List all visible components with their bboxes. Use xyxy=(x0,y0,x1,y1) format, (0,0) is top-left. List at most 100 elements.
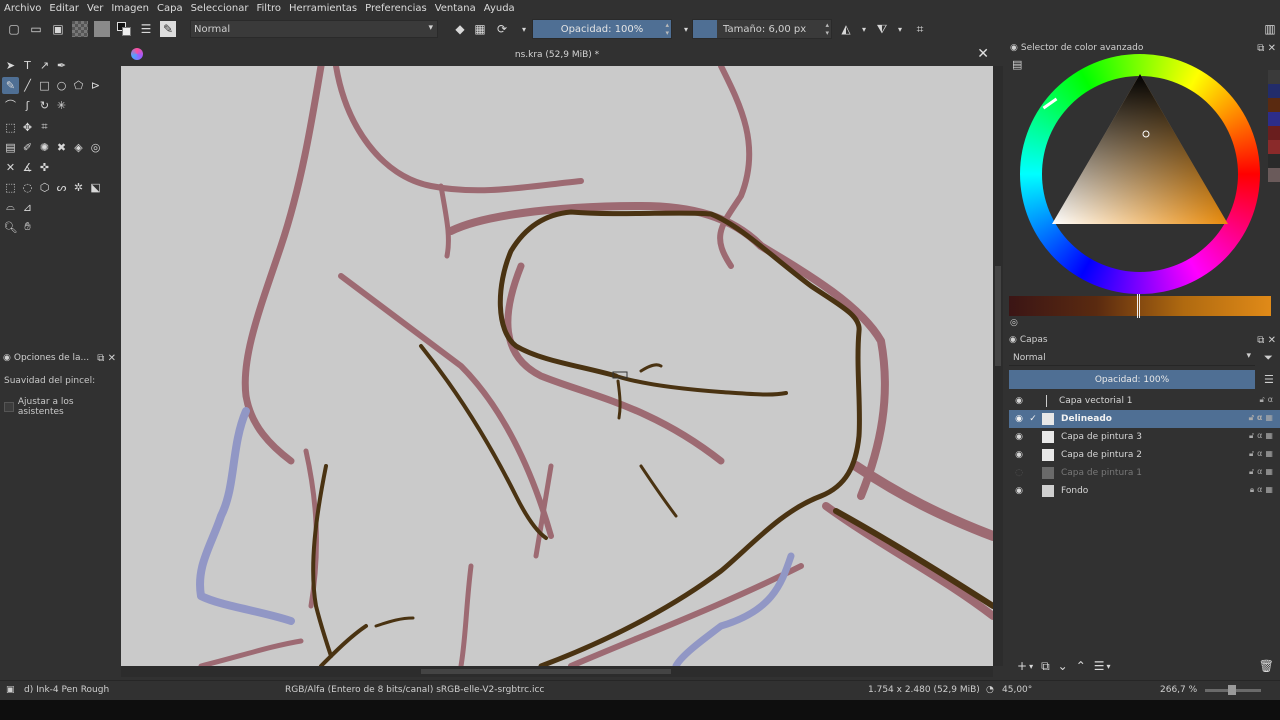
transform-tool-icon[interactable]: ⬚ xyxy=(2,119,19,136)
mirror-vertical-icon[interactable]: ⧨ xyxy=(874,21,890,37)
colorize-mask-icon[interactable]: ✖ xyxy=(53,139,70,156)
menu-herramientas[interactable]: Herramientas xyxy=(289,3,357,14)
float-docker-icon[interactable]: ⧉ ✕ xyxy=(97,353,116,364)
fg-bg-color-icon[interactable] xyxy=(116,21,132,37)
freehand-select-icon[interactable]: ᔕ xyxy=(53,179,70,196)
bezier-select-icon[interactable]: ⌓ xyxy=(2,199,19,216)
wrap-around-icon[interactable]: ⌗ xyxy=(912,21,928,37)
enclose-fill-icon[interactable]: ◎ xyxy=(87,139,104,156)
color-picker-icon[interactable]: ✐ xyxy=(19,139,36,156)
visibility-eye-icon[interactable]: ◉ xyxy=(1012,486,1026,496)
assistant-tool-icon[interactable]: ✕ xyxy=(2,159,19,176)
layer-lock-alpha-icon[interactable]: 🔓︎α▦ xyxy=(1249,467,1276,477)
chevron-down-icon[interactable]: ▾ xyxy=(516,21,532,37)
rotation-icon[interactable]: ◔ xyxy=(986,685,994,695)
workspace-icon[interactable]: ▥ xyxy=(1262,21,1278,37)
menu-ventana[interactable]: Ventana xyxy=(435,3,476,14)
layer-row[interactable]: ◉ Capa vectorial 1 🔓︎α xyxy=(1009,392,1280,410)
layer-properties-icon[interactable]: ☰ xyxy=(1094,659,1105,673)
text-tool-icon[interactable]: T xyxy=(19,57,36,74)
vertical-scrollbar[interactable] xyxy=(993,66,1003,666)
layer-lock-alpha-icon[interactable]: 🔓︎α▦ xyxy=(1249,431,1276,441)
ellipse-select-icon[interactable]: ◌ xyxy=(19,179,36,196)
brush-preset-icon[interactable]: ✎ xyxy=(160,21,176,37)
layers-menu-icon[interactable]: ☰ xyxy=(1264,373,1274,386)
move-layer-down-icon[interactable]: ⌄ xyxy=(1058,659,1068,673)
menu-capa[interactable]: Capa xyxy=(157,3,183,14)
similar-select-icon[interactable]: ⬕ xyxy=(87,179,104,196)
layer-blend-mode-select[interactable]: Normal ▾ xyxy=(1009,350,1255,366)
menu-imagen[interactable]: Imagen xyxy=(111,3,149,14)
sv-triangle[interactable] xyxy=(1052,74,1228,234)
layer-row[interactable]: ◉ Capa de pintura 2 🔓︎α▦ xyxy=(1009,446,1280,464)
pan-tool-icon[interactable]: ✋︎ xyxy=(19,219,36,236)
bezier-tool-icon[interactable]: ⌒ xyxy=(2,97,19,114)
edit-shape-icon[interactable]: ↗ xyxy=(36,57,53,74)
chevron-down-icon[interactable]: ▾ xyxy=(1029,662,1033,671)
visibility-eye-icon[interactable]: ◉ xyxy=(1012,396,1026,406)
docker-menu-icon[interactable]: ◉ xyxy=(1009,335,1017,345)
layer-row[interactable]: ◉ Fondo 🔒︎α▦ xyxy=(1009,482,1280,500)
menu-filtro[interactable]: Filtro xyxy=(256,3,281,14)
snap-assistants-option[interactable]: Ajustar a los asistentes xyxy=(0,397,120,417)
brush-settings-icon[interactable]: ☰ xyxy=(138,21,154,37)
rectangle-tool-icon[interactable]: □ xyxy=(36,77,53,94)
gradient-tool-icon[interactable]: ▤ xyxy=(2,139,19,156)
delete-layer-icon[interactable]: 🗑︎ xyxy=(1259,659,1274,673)
scroll-thumb[interactable] xyxy=(421,669,671,674)
brush-preset-icon[interactable]: ▣ xyxy=(6,685,15,695)
color-history-strip[interactable] xyxy=(1009,294,1271,318)
menu-editar[interactable]: Editar xyxy=(49,3,79,14)
smart-patch-icon[interactable]: ✺ xyxy=(36,139,53,156)
docker-menu-icon[interactable]: ◉ xyxy=(1010,43,1018,53)
layer-row[interactable]: ◉ ✓ Delineado 🔓︎α▦ xyxy=(1009,410,1280,428)
freehand-brush-icon[interactable]: ✎ xyxy=(2,76,19,94)
menu-archivo[interactable]: Archivo xyxy=(4,3,41,14)
opacity-slider[interactable]: Opacidad: 100% ▴ ▾ xyxy=(532,19,672,39)
zoom-slider-handle[interactable] xyxy=(1228,685,1236,695)
layer-lock-alpha-icon[interactable]: 🔓︎α xyxy=(1260,395,1276,405)
spin-arrows-icon[interactable]: ▴ ▾ xyxy=(825,21,829,37)
measure-tool-icon[interactable]: ∡ xyxy=(19,159,36,176)
reload-preset-icon[interactable]: ⟳ xyxy=(494,21,510,37)
save-icon[interactable]: ▣ xyxy=(50,21,66,37)
fill-tool-icon[interactable]: ◈ xyxy=(70,139,87,156)
reference-tool-icon[interactable]: ✜ xyxy=(36,159,53,176)
menu-ayuda[interactable]: Ayuda xyxy=(484,3,515,14)
float-docker-icon[interactable]: ⧉ ✕ xyxy=(1257,335,1276,346)
polygon-tool-icon[interactable]: ⬠ xyxy=(70,77,87,94)
color-reset-icon[interactable]: ◎ xyxy=(1010,318,1018,328)
spin-arrows-icon[interactable]: ▴ ▾ xyxy=(665,21,669,37)
assistants-checkbox[interactable] xyxy=(4,402,14,412)
open-document-icon[interactable]: ▭ xyxy=(28,21,44,37)
layer-opacity-slider[interactable]: Opacidad: 100% xyxy=(1009,370,1255,389)
menu-ver[interactable]: Ver xyxy=(87,3,103,14)
document-tab[interactable]: ns.kra (52,9 MiB) * ✕ xyxy=(121,44,993,66)
color-swatches[interactable] xyxy=(1268,56,1280,196)
hue-ring[interactable] xyxy=(1020,54,1260,294)
crop-tool-icon[interactable]: ⌗ xyxy=(36,119,53,136)
magnetic-select-icon[interactable]: ⊿ xyxy=(19,199,36,216)
layer-row[interactable]: ◌ Capa de pintura 1 🔓︎α▦ xyxy=(1009,464,1280,482)
preserve-alpha-icon[interactable]: ▦ xyxy=(472,21,488,37)
zoom-tool-icon[interactable]: 🔍︎ xyxy=(2,219,19,236)
polygon-select-icon[interactable]: ⬡ xyxy=(36,179,53,196)
docker-menu-icon[interactable]: ◉ xyxy=(3,353,11,363)
float-docker-icon[interactable]: ⧉ ✕ xyxy=(1257,43,1276,54)
chevron-down-icon[interactable]: ▾ xyxy=(892,21,908,37)
calligraphy-icon[interactable]: ✒ xyxy=(53,57,70,74)
layer-lock-alpha-icon[interactable]: 🔓︎α▦ xyxy=(1249,413,1276,423)
menu-seleccionar[interactable]: Seleccionar xyxy=(191,3,249,14)
scroll-thumb[interactable] xyxy=(995,266,1001,366)
dynamic-brush-icon[interactable]: ↻ xyxy=(36,97,53,114)
layer-row[interactable]: ◉ Capa de pintura 3 🔓︎α▦ xyxy=(1009,428,1280,446)
line-tool-icon[interactable]: ╱ xyxy=(19,77,36,94)
chevron-down-icon[interactable]: ▾ xyxy=(856,21,872,37)
freehand-path-icon[interactable]: ʃ xyxy=(19,97,36,114)
chevron-down-icon[interactable]: ▾ xyxy=(1107,662,1111,671)
rect-select-icon[interactable]: ⬚ xyxy=(2,179,19,196)
blend-mode-select[interactable]: Normal ▾ xyxy=(190,20,438,38)
eraser-icon[interactable]: ◆ xyxy=(452,21,468,37)
new-document-icon[interactable]: ▢ xyxy=(6,21,22,37)
layer-lock-alpha-icon[interactable]: 🔓︎α▦ xyxy=(1249,449,1276,459)
